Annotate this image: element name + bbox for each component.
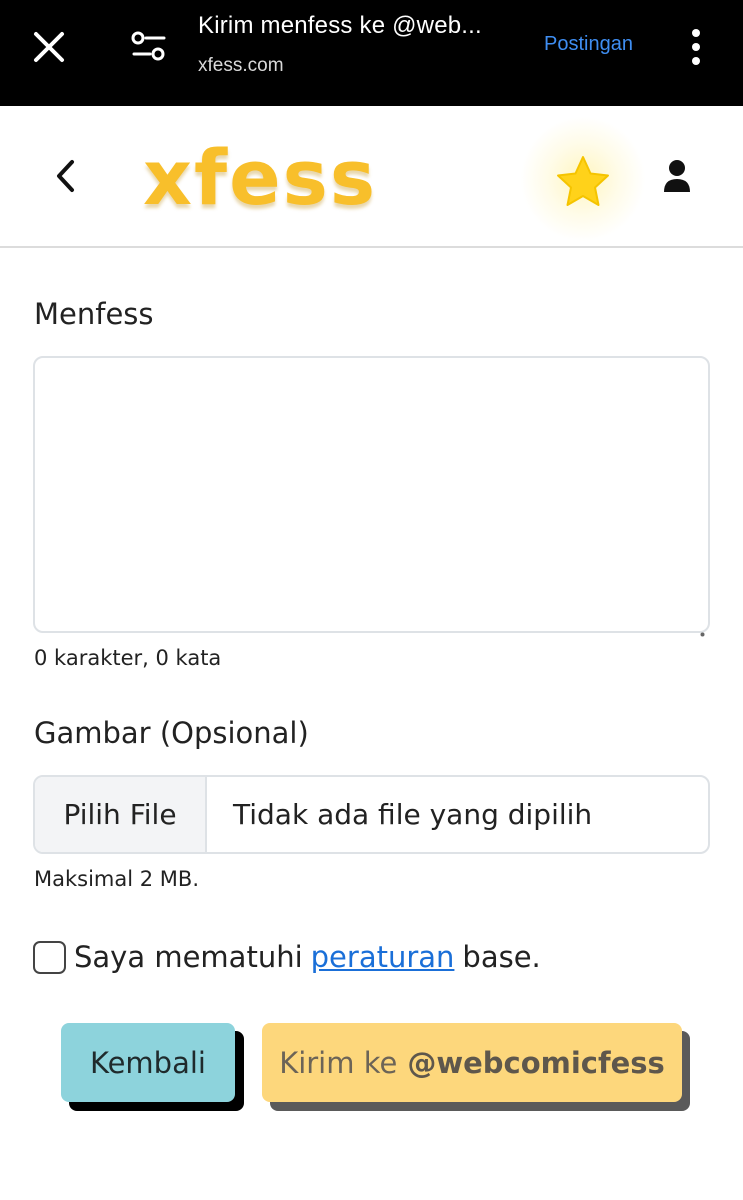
browser-page-title: Kirim menfess ke @web... bbox=[198, 12, 482, 39]
browser-domain: xfess.com bbox=[198, 55, 284, 76]
rules-link[interactable]: peraturan bbox=[311, 940, 455, 974]
max-size-hint: Maksimal 2 MB. bbox=[34, 867, 199, 891]
browser-top-bar: Kirim menfess ke @web... xfess.com Posti… bbox=[0, 0, 743, 106]
agree-prefix-text: Saya mematuhi bbox=[74, 940, 303, 974]
agree-checkbox[interactable] bbox=[33, 940, 66, 974]
close-icon[interactable] bbox=[28, 27, 70, 67]
star-icon[interactable] bbox=[554, 154, 612, 210]
character-count: 0 karakter, 0 kata bbox=[34, 646, 222, 670]
menfess-label: Menfess bbox=[34, 297, 154, 331]
file-input[interactable]: Pilih File Tidak ada file yang dipilih bbox=[33, 775, 710, 854]
more-vert-icon[interactable] bbox=[686, 28, 706, 66]
back-button[interactable]: Kembali bbox=[61, 1023, 235, 1102]
image-label: Gambar (Opsional) bbox=[34, 716, 309, 750]
user-icon[interactable] bbox=[662, 158, 692, 196]
back-button-container: Kembali bbox=[61, 1023, 244, 1111]
agree-rules-row: Saya mematuhi peraturan base. bbox=[33, 937, 541, 977]
choose-file-button[interactable]: Pilih File bbox=[35, 777, 207, 852]
page-settings-icon[interactable] bbox=[130, 30, 168, 64]
menfess-textarea[interactable] bbox=[33, 356, 710, 633]
agree-suffix-text: base. bbox=[462, 940, 541, 974]
send-button[interactable]: Kirim ke @webcomicfess bbox=[262, 1023, 682, 1102]
postingan-link[interactable]: Postingan bbox=[544, 33, 633, 56]
send-button-container: Kirim ke @webcomicfess bbox=[262, 1023, 692, 1111]
xfess-logo[interactable]: xfess bbox=[143, 133, 377, 223]
resize-handle-icon[interactable] bbox=[700, 622, 705, 637]
app-header: xfess bbox=[0, 106, 743, 248]
send-button-target: @webcomicfess bbox=[407, 1045, 665, 1080]
send-button-prefix: Kirim ke bbox=[279, 1045, 398, 1080]
back-chevron-icon[interactable] bbox=[52, 158, 82, 194]
file-status-text: Tidak ada file yang dipilih bbox=[233, 798, 593, 831]
